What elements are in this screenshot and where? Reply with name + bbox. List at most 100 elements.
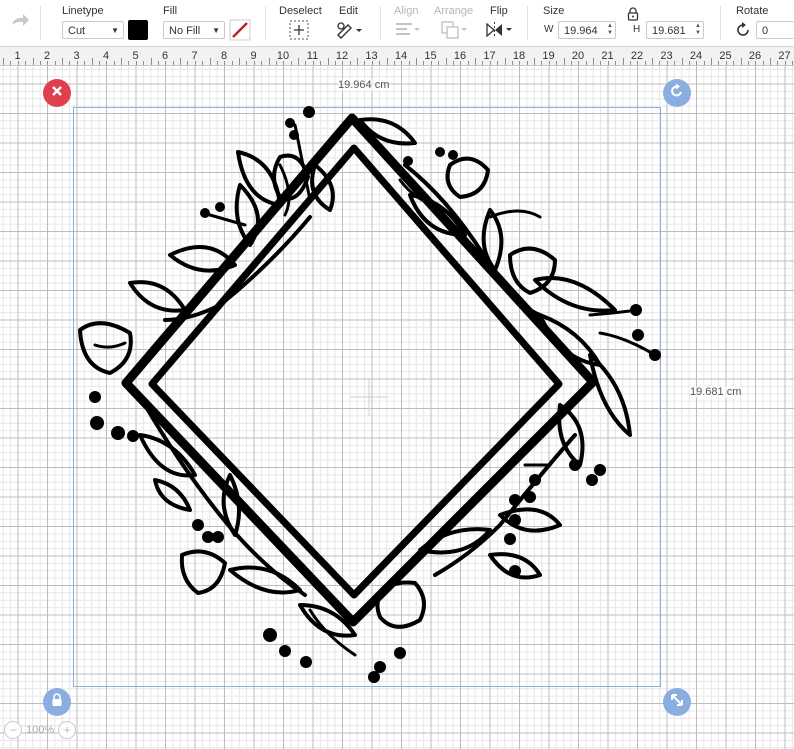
ruler-tick xyxy=(408,61,410,65)
lock-handle[interactable] xyxy=(43,688,71,716)
linetype-label: Linetype xyxy=(62,5,104,17)
ruler-tick xyxy=(622,58,624,65)
zoom-out-icon[interactable]: − xyxy=(4,721,22,739)
fill-value: No Fill xyxy=(169,25,201,37)
ruler-tick xyxy=(792,61,794,65)
ruler-tick xyxy=(725,61,727,65)
ruler-tick xyxy=(275,61,277,65)
ruler-tick xyxy=(526,61,528,65)
ruler-tick xyxy=(150,58,152,65)
arrange-icon[interactable] xyxy=(440,19,468,41)
chevron-down-icon: ▼ xyxy=(111,26,119,35)
rotate-value: 0 xyxy=(762,25,769,37)
ruler-tick xyxy=(106,61,108,65)
ruler-tick xyxy=(364,61,366,65)
ruler-tick xyxy=(423,61,425,65)
ruler-tick xyxy=(711,58,712,65)
ruler-tick xyxy=(696,61,698,65)
ruler-tick xyxy=(489,61,491,65)
ruler-tick xyxy=(98,61,100,65)
ruler-tick xyxy=(231,61,233,65)
deselect-icon[interactable] xyxy=(289,19,309,41)
ruler-tick xyxy=(585,61,587,65)
align-label: Align xyxy=(394,5,419,17)
ruler-tick xyxy=(143,61,145,65)
center-crosshair xyxy=(350,378,388,416)
ruler-tick xyxy=(600,61,602,65)
ruler-tick xyxy=(467,61,469,65)
ruler-tick xyxy=(570,61,572,65)
ruler-tick xyxy=(349,61,351,65)
ruler-tick xyxy=(3,58,4,65)
ruler-tick xyxy=(703,61,705,65)
ruler-tick xyxy=(747,61,749,65)
deselect-label: Deselect xyxy=(279,5,322,17)
rotate-handle[interactable] xyxy=(663,79,691,107)
ruler-tick xyxy=(386,58,388,65)
fill-select[interactable]: No Fill ▼ xyxy=(163,21,225,39)
ruler-tick xyxy=(548,61,550,65)
ruler-tick xyxy=(593,58,594,65)
delete-icon xyxy=(51,84,63,102)
ruler-tick xyxy=(47,61,49,65)
ruler-tick xyxy=(113,61,115,65)
size-label: Size xyxy=(543,5,565,17)
pen-color-icon[interactable] xyxy=(229,19,251,46)
horizontal-ruler: 1 2 3 4 5 6 7 8 9 10 11 12 13 14 15 16 17 18 19 20 21 22 23 24 2… xyxy=(0,47,794,66)
linetype-select[interactable]: Cut ▼ xyxy=(62,21,124,39)
height-stepper[interactable]: ▲ ▼ xyxy=(695,23,701,37)
ruler-tick xyxy=(62,58,63,65)
height-dimension-label: 19.681 cm xyxy=(690,386,742,398)
undo-icon[interactable] xyxy=(8,12,30,35)
rotate-input[interactable]: 0 xyxy=(756,21,794,39)
flip-icon[interactable] xyxy=(484,19,514,41)
delete-handle[interactable] xyxy=(43,79,71,107)
width-input[interactable]: 19.964 ▲ ▼ xyxy=(558,21,616,39)
ruler-tick xyxy=(187,61,189,65)
ruler-tick xyxy=(194,61,196,65)
ruler-tick xyxy=(460,61,462,65)
ruler-tick xyxy=(445,58,447,65)
ruler-tick xyxy=(511,61,513,65)
top-toolbar: Linetype Cut ▼ Fill No Fill ▼ Deselect E… xyxy=(0,0,794,47)
ruler-tick xyxy=(39,61,41,65)
ruler-tick xyxy=(755,61,757,65)
ruler-tick xyxy=(261,61,263,65)
ruler-tick xyxy=(784,61,786,65)
ruler-tick xyxy=(578,61,580,65)
ruler-tick xyxy=(416,58,417,65)
ruler-tick xyxy=(534,58,535,65)
ruler-tick xyxy=(401,61,403,65)
ruler-tick xyxy=(379,61,381,65)
ruler-tick xyxy=(239,58,240,65)
fill-label: Fill xyxy=(163,5,178,17)
ruler-tick xyxy=(607,61,609,65)
ruler-tick xyxy=(312,61,314,65)
height-input[interactable]: 19.681 ▲ ▼ xyxy=(646,21,704,39)
ruler-tick xyxy=(25,61,27,65)
ruler-tick xyxy=(629,61,631,65)
ruler-tick xyxy=(209,58,211,65)
align-icon[interactable] xyxy=(394,19,420,41)
ruler-tick xyxy=(298,58,299,65)
ruler-tick xyxy=(438,61,440,65)
width-letter: W xyxy=(544,24,554,35)
width-dimension-label: 19.964 cm xyxy=(338,79,390,91)
height-value: 19.681 xyxy=(652,25,686,37)
chevron-down-icon: ▼ xyxy=(212,26,220,35)
ruler-tick xyxy=(224,61,226,65)
height-letter: H xyxy=(633,24,641,35)
ruler-tick xyxy=(652,58,653,65)
resize-handle[interactable] xyxy=(663,688,691,716)
resize-icon xyxy=(670,693,684,712)
ruler-tick xyxy=(180,58,181,65)
ruler-tick xyxy=(157,61,159,65)
ruler-tick xyxy=(172,61,174,65)
edit-icon[interactable] xyxy=(335,19,363,41)
flip-label: Flip xyxy=(490,5,508,17)
zoom-in-icon[interactable]: + xyxy=(58,721,77,739)
ruler-tick xyxy=(681,58,683,65)
width-stepper[interactable]: ▲ ▼ xyxy=(607,23,613,37)
linetype-color-swatch[interactable] xyxy=(128,20,148,40)
edit-label: Edit xyxy=(339,5,358,17)
